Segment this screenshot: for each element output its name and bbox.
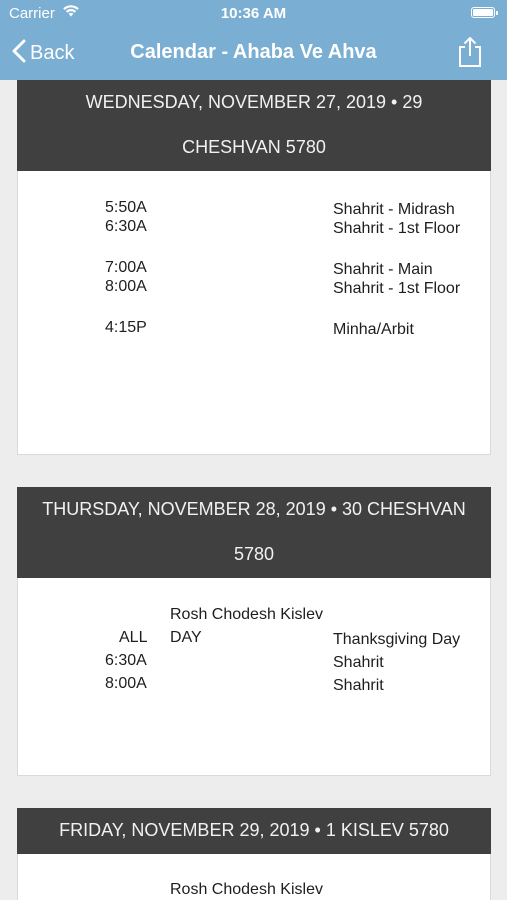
day-header-line: THURSDAY, NOVEMBER 28, 2019 • 30 CHESHVA… bbox=[42, 499, 466, 519]
event-time: 6:30A bbox=[105, 652, 147, 669]
day-events: 5:50A Shahrit - Midrash 6:30A Shahrit - … bbox=[17, 171, 491, 455]
share-icon bbox=[457, 37, 483, 72]
day-events: Rosh Chodesh Kislev ALL DAY Thanksgiving… bbox=[17, 578, 491, 776]
day-header-line: FRIDAY, NOVEMBER 29, 2019 • 1 KISLEV 578… bbox=[59, 820, 449, 840]
event-day-label: DAY bbox=[170, 629, 202, 646]
event-name: Shahrit bbox=[333, 654, 384, 671]
day-header-line: CHESHVAN 5780 bbox=[182, 137, 326, 157]
event-time: 8:00A bbox=[105, 675, 147, 692]
day-header-line: WEDNESDAY, NOVEMBER 27, 2019 • 29 bbox=[85, 92, 423, 112]
day-header: THURSDAY, NOVEMBER 28, 2019 • 30 CHESHVA… bbox=[17, 487, 491, 578]
event-time: 7:00A bbox=[105, 259, 147, 276]
navigation-bar: Back Calendar - Ahaba Ve Ahva bbox=[0, 28, 507, 80]
day-header: FRIDAY, NOVEMBER 29, 2019 • 1 KISLEV 578… bbox=[17, 808, 491, 854]
day-header: WEDNESDAY, NOVEMBER 27, 2019 • 29 CHESHV… bbox=[17, 80, 491, 171]
event-name: Shahrit bbox=[333, 677, 384, 694]
day-card: FRIDAY, NOVEMBER 29, 2019 • 1 KISLEV 578… bbox=[17, 808, 491, 900]
status-bar: Carrier 10:36 AM bbox=[0, 0, 507, 28]
event-name: Minha/Arbit bbox=[333, 321, 414, 338]
event-note: Rosh Chodesh Kislev bbox=[170, 606, 323, 623]
share-button[interactable] bbox=[457, 36, 483, 73]
day-card: THURSDAY, NOVEMBER 28, 2019 • 30 CHESHVA… bbox=[17, 487, 491, 776]
event-time: 5:50A bbox=[105, 199, 147, 216]
event-name: Shahrit - 1st Floor bbox=[333, 280, 461, 297]
day-events: Rosh Chodesh Kislev bbox=[17, 854, 491, 900]
status-time: 10:36 AM bbox=[220, 5, 287, 22]
day-card: WEDNESDAY, NOVEMBER 27, 2019 • 29 CHESHV… bbox=[17, 80, 491, 455]
event-time: ALL bbox=[119, 629, 148, 646]
event-name: Thanksgiving Day bbox=[333, 631, 461, 648]
event-time: 4:15P bbox=[105, 319, 147, 336]
page-title: Calendar - Ahaba Ve Ahva bbox=[130, 41, 377, 63]
event-note: Rosh Chodesh Kislev bbox=[170, 881, 323, 898]
battery-icon bbox=[471, 7, 498, 18]
event-name: Shahrit - 1st Floor bbox=[333, 220, 461, 237]
day-header-line: 5780 bbox=[233, 544, 275, 564]
event-time: 8:00A bbox=[105, 278, 147, 295]
event-time: 6:30A bbox=[105, 218, 147, 235]
top-bar: Carrier 10:36 AM Back Calendar - Ahaba V… bbox=[0, 0, 507, 80]
